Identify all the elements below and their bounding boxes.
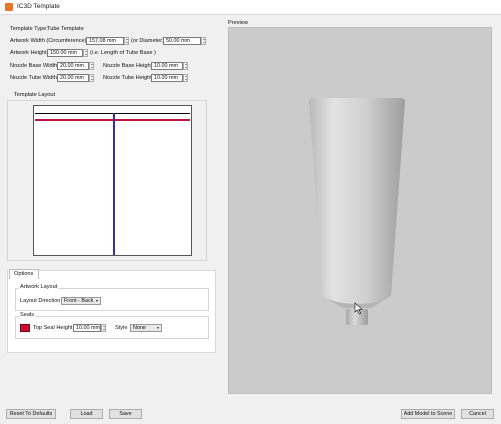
tube-model: [309, 98, 405, 325]
nozzle-tube-width-spinner[interactable]: [89, 74, 94, 82]
layout-direction-select[interactable]: Front - Back: [61, 297, 101, 305]
nozzle-base-width-spinner[interactable]: [89, 62, 94, 70]
diameter-spinner[interactable]: [201, 37, 206, 45]
nozzle-base-width-input[interactable]: 20.00 mm: [57, 62, 89, 70]
reset-to-defaults-button[interactable]: Reset To Defaults: [6, 409, 56, 419]
top-seal-height-spinner[interactable]: [101, 324, 106, 332]
options-panel: [7, 270, 216, 353]
artwork-height-note: (i.e. Length of Tube Base ): [90, 50, 156, 56]
tube-body: [309, 98, 405, 304]
preview-label: Preview: [228, 20, 248, 26]
nozzle-base-height-label: Nozzle Base Height: [103, 63, 153, 69]
chevron-down-icon: [96, 300, 98, 302]
diameter-label: (or Diameter): [131, 38, 164, 44]
app-logo-icon: [5, 3, 13, 11]
tab-options[interactable]: Options: [9, 269, 39, 279]
save-button[interactable]: Save: [109, 409, 142, 419]
nozzle-tube-width-input[interactable]: 20.00 mm: [57, 74, 89, 82]
preview-viewport[interactable]: [228, 27, 492, 394]
nozzle-tube-height-input[interactable]: 10.00 mm: [151, 74, 183, 82]
nozzle-base-height-input[interactable]: 10.00 mm: [151, 62, 183, 70]
artwork-width-spinner[interactable]: [124, 37, 129, 45]
artwork-height-spinner[interactable]: [83, 49, 88, 57]
layout-center-line: [113, 113, 115, 255]
nozzle-base-width-label: Nozzle Base Width: [10, 63, 58, 69]
tube-nozzle: [346, 309, 368, 325]
template-layout-canvas: [33, 105, 192, 256]
window-titlebar: IC3D Template: [0, 0, 501, 15]
nozzle-tube-height-spinner[interactable]: [183, 74, 188, 82]
style-label: Style: [115, 325, 128, 331]
layout-direction-label: Layout Direction: [20, 298, 61, 304]
seal-style-select[interactable]: None: [130, 324, 162, 332]
seal-color-swatch[interactable]: [20, 324, 30, 332]
top-seal-height-label: Top Seal Height: [33, 325, 73, 331]
add-model-to-scene-button[interactable]: Add Model to Scene: [401, 409, 455, 419]
template-layout-title: Template Layout: [13, 92, 57, 99]
window-title: IC3D Template: [17, 3, 60, 10]
diameter-input[interactable]: 50.00 mm: [163, 37, 201, 45]
nozzle-base-height-spinner[interactable]: [183, 62, 188, 70]
artwork-layout-title: Artwork Layout: [19, 284, 59, 291]
template-type-value: Tube Template: [47, 26, 84, 32]
seal-style-value: None: [133, 325, 146, 331]
artwork-height-label: Artwork Height: [10, 50, 47, 56]
artwork-width-label: Artwork Width (Circumference): [10, 38, 87, 44]
layout-direction-value: Front - Back: [64, 298, 94, 304]
artwork-height-input[interactable]: 150.00 mm: [47, 49, 83, 57]
artwork-width-input[interactable]: 157.08 mm: [86, 37, 124, 45]
template-type-label: Template Type:: [10, 26, 48, 32]
nozzle-tube-height-label: Nozzle Tube Height: [103, 75, 152, 81]
cancel-button[interactable]: Cancel: [461, 409, 494, 419]
load-button[interactable]: Load: [70, 409, 103, 419]
seals-title: Seals: [19, 312, 35, 319]
nozzle-tube-width-label: Nozzle Tube Width: [10, 75, 57, 81]
chevron-down-icon: [157, 327, 159, 329]
top-seal-height-input[interactable]: 10.00 mm: [73, 324, 101, 332]
